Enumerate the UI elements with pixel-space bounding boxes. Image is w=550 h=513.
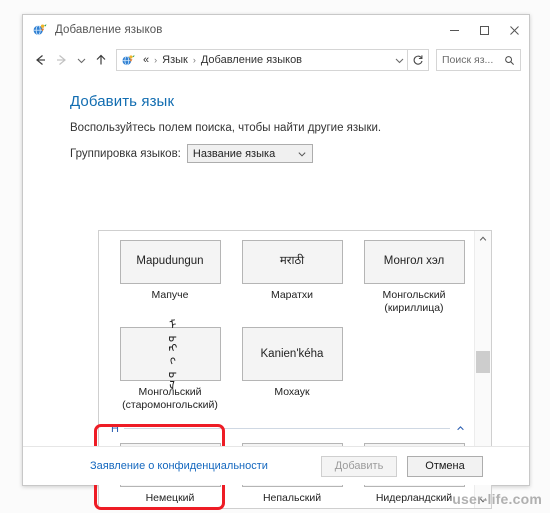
language-tile[interactable]: ᠮᠤᠩᠭᠤᠯ <box>119 318 221 390</box>
group-header-rule <box>123 428 450 429</box>
language-item-marathi[interactable]: मराठी Маратхи <box>231 240 353 315</box>
add-languages-window: Добавление языков « › Язык › Добавление … <box>22 14 530 510</box>
watermark: user-life.com <box>452 491 542 507</box>
language-caption: Мапуче <box>151 289 189 301</box>
breadcrumb-root[interactable]: « <box>140 54 152 66</box>
dialog-footer: Заявление о конфиденциальности Добавить … <box>23 446 529 485</box>
breadcrumb-separator: › <box>192 55 196 65</box>
breadcrumb-item-language[interactable]: Язык <box>159 54 191 66</box>
group-header-n[interactable]: Н <box>111 423 465 435</box>
language-caption: Мохаук <box>274 386 310 399</box>
footer-buttons: Добавить Отмена <box>321 455 483 477</box>
language-native-name: Mapudungun <box>136 255 204 268</box>
breadcrumb-separator: › <box>154 55 158 65</box>
language-tile[interactable]: Монгол хэл <box>363 240 465 284</box>
language-caption: Нидерландский <box>375 491 453 504</box>
language-caption: Немецкий <box>145 491 195 504</box>
grouping-select-value: Название языка <box>192 147 276 160</box>
language-row: ᠮᠤᠩᠭᠤᠯ Монгольский (старомонгольский) Ka… <box>99 318 475 412</box>
language-item-empty <box>353 327 475 412</box>
language-caption: Непальский <box>262 491 322 504</box>
grouping-label: Группировка языков: <box>70 147 181 160</box>
group-header-letter: Н <box>111 422 119 435</box>
search-input[interactable]: Поиск яз... <box>436 49 521 71</box>
language-tile[interactable]: Kanien'kéha <box>241 327 343 382</box>
breadcrumb-item-add-languages[interactable]: Добавление языков <box>198 54 305 66</box>
screenshot-root: Добавление языков « › Язык › Добавление … <box>0 0 550 513</box>
language-caption: Маратхи <box>270 289 314 301</box>
forward-arrow-icon <box>51 48 73 72</box>
address-bar[interactable]: « › Язык › Добавление языков <box>116 49 408 71</box>
language-tile[interactable]: Mapudungun <box>119 240 221 284</box>
language-tile[interactable]: मराठी <box>241 240 343 284</box>
chevron-down-icon[interactable] <box>297 149 307 159</box>
language-caption: Монгольский (кириллица) <box>382 289 446 315</box>
language-native-name: मराठी <box>279 255 305 268</box>
language-item-mongolian-cyrillic[interactable]: Монгол хэл Монгольский (кириллица) <box>353 240 475 315</box>
address-language-globe-icon <box>121 53 136 68</box>
title-bar: Добавление языков <box>23 15 529 45</box>
page-subtitle: Воспользуйтесь полем поиска, чтобы найти… <box>70 122 382 134</box>
chevron-up-icon[interactable] <box>450 424 465 433</box>
search-icon[interactable] <box>504 55 515 66</box>
language-globe-icon <box>32 22 48 38</box>
recent-locations-chevron-down-icon[interactable] <box>73 48 90 72</box>
privacy-statement-link[interactable]: Заявление о конфиденциальности <box>90 460 268 472</box>
close-button[interactable] <box>499 15 529 45</box>
language-item-mongolian-traditional[interactable]: ᠮᠤᠩᠭᠤᠯ Монгольский (старомонгольский) <box>109 318 231 412</box>
add-button[interactable]: Добавить <box>321 455 397 477</box>
cancel-button[interactable]: Отмена <box>407 455 483 477</box>
language-native-name: Монгол хэл <box>383 255 445 268</box>
grouping-select[interactable]: Название языка <box>186 144 313 163</box>
grouping-row: Группировка языков: Название языка <box>70 144 509 163</box>
window-title: Добавление языков <box>55 24 163 36</box>
language-native-name: Kanien'kéha <box>260 347 324 360</box>
language-row: Mapudungun Мапуче मराठी Маратхи Монгол х… <box>99 240 475 315</box>
window-controls <box>439 15 529 45</box>
search-placeholder: Поиск яз... <box>442 54 494 66</box>
address-chevron-down-icon[interactable] <box>391 55 407 66</box>
language-item-mohawk[interactable]: Kanien'kéha Мохаук <box>231 327 353 412</box>
main-content: Добавить язык Воспользуйтесь полем поиск… <box>23 75 529 510</box>
back-arrow-icon[interactable] <box>29 48 51 72</box>
language-native-name: ᠮᠤᠩᠭᠤᠯ <box>163 318 177 391</box>
maximize-button[interactable] <box>469 15 499 45</box>
minimize-button[interactable] <box>439 15 469 45</box>
up-arrow-icon[interactable] <box>90 48 112 72</box>
refresh-icon[interactable] <box>408 49 429 71</box>
page-title: Добавить язык <box>70 93 175 110</box>
language-item-mapudungun[interactable]: Mapudungun Мапуче <box>109 240 231 315</box>
breadcrumb: « › Язык › Добавление языков <box>140 54 305 66</box>
scrollbar-thumb[interactable] <box>476 351 490 373</box>
scroll-up-arrow-icon[interactable] <box>475 231 491 247</box>
navigation-bar: « › Язык › Добавление языков Поиск яз... <box>23 45 529 75</box>
